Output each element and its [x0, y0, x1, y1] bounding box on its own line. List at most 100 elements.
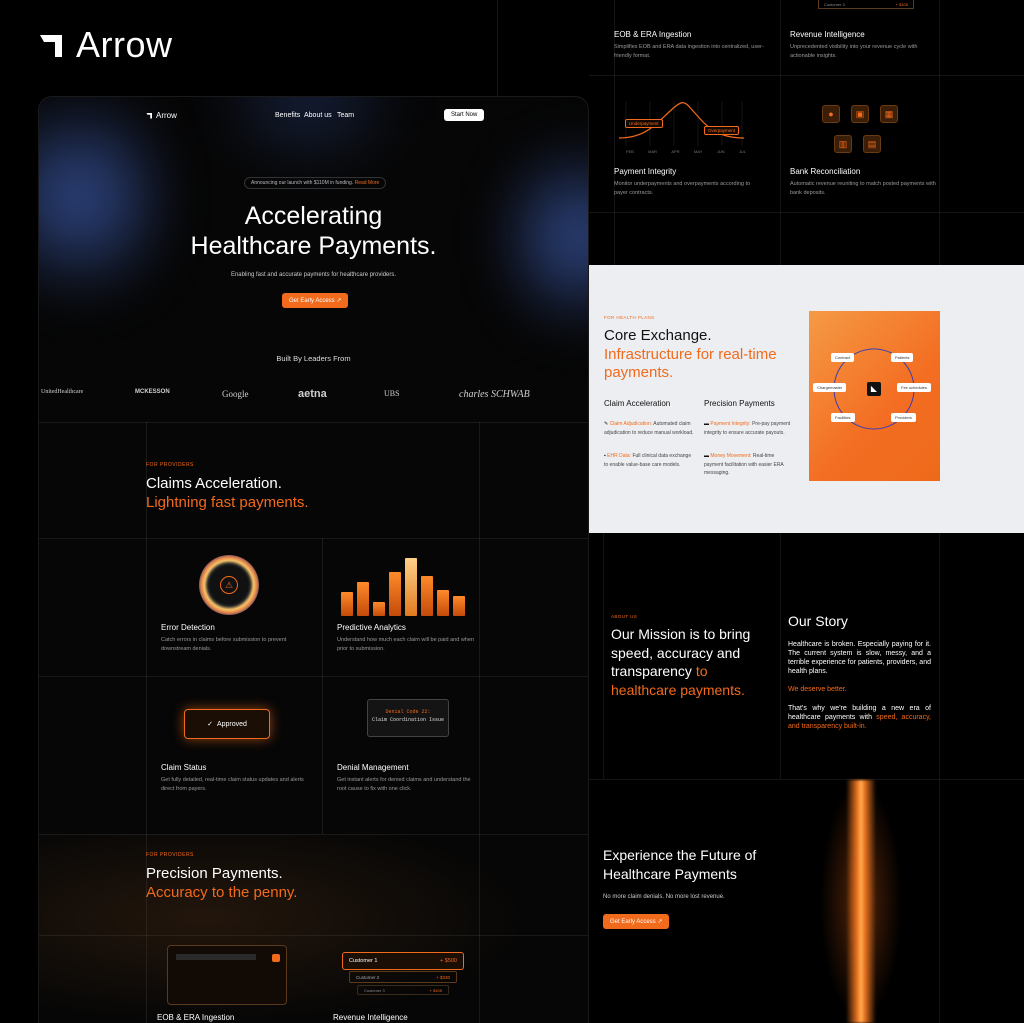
- claims-title: Claims Acceleration. Lightning fast paym…: [146, 474, 309, 512]
- mission-statement: Our Mission is to bring speed, accuracy …: [611, 625, 751, 699]
- precision-bg: [39, 834, 588, 1023]
- bank-icon: ▥: [834, 135, 852, 153]
- card-title: Error Detection: [161, 623, 215, 632]
- section-label: FOR PROVIDERS: [146, 852, 194, 858]
- customer-name: Customer 1: [349, 958, 378, 964]
- pencil-icon: ✎: [604, 421, 609, 427]
- bar: [341, 592, 353, 616]
- grid-line: [589, 212, 1024, 213]
- brand-name: Arrow: [76, 24, 173, 65]
- story-paragraph: That's why we're building a new era of h…: [788, 704, 931, 731]
- check-icon: ✓: [207, 721, 213, 728]
- col-item-key: Claim Adjudication:: [609, 421, 653, 427]
- get-early-access-button[interactable]: Get Early Access ↗: [282, 293, 349, 308]
- col-title: Precision Payments: [704, 399, 775, 408]
- overpayment-tag: Overpayment: [704, 126, 740, 135]
- logo-mckesson: MCKESSON: [135, 389, 170, 395]
- bar: [453, 596, 465, 616]
- placeholder-line: [176, 954, 256, 960]
- bar: [437, 590, 449, 616]
- grid-line: [589, 75, 1024, 76]
- bar: [357, 582, 369, 616]
- col-item: ▬ Money Movement: Real-time payment faci…: [704, 452, 794, 478]
- read-more-link[interactable]: Read More: [355, 180, 380, 186]
- approved-badge: ✓ Approved: [184, 709, 270, 739]
- feature-title: Revenue Intelligence: [790, 30, 865, 39]
- future-subtitle: No more claim denials. No more lost reve…: [603, 894, 725, 900]
- card-title: Denial Management: [337, 763, 409, 772]
- customer-amount: + $105: [429, 987, 442, 993]
- database-icon: [272, 954, 280, 962]
- story-paragraph: Healthcare is broken. Especially paying …: [788, 641, 931, 675]
- customer-row: Customer 2 + $330: [349, 971, 457, 983]
- user-icon: ●: [822, 105, 840, 123]
- col-item-key: Payment Integrity:: [710, 421, 751, 427]
- denial-code-line1: Denial Code 22:: [385, 709, 431, 715]
- node-providers: Providers: [891, 413, 916, 422]
- light-beam: [846, 780, 876, 1023]
- future-title: Experience the Future of Healthcare Paym…: [603, 846, 756, 883]
- feature-desc: Automatic revenue reuniting to match pos…: [790, 181, 936, 196]
- future-title-line2: Healthcare Payments: [603, 865, 737, 882]
- announcement-text: Announcing our launch with $110M in fund…: [251, 180, 354, 186]
- col-title: Claim Acceleration: [604, 399, 671, 408]
- bar: [373, 602, 385, 616]
- nav-link-about[interactable]: About us: [304, 112, 332, 119]
- col-item: ✎ Claim Adjudication: Automated claim ad…: [604, 420, 694, 437]
- feature-title: EOB & ERA Ingestion: [614, 30, 692, 39]
- arrow-logo-icon: ◣: [867, 382, 881, 396]
- grid-line: [939, 0, 940, 265]
- card-title: Claim Status: [161, 763, 207, 772]
- month-label: FEB: [626, 149, 634, 154]
- story-title: Our Story: [788, 613, 848, 629]
- customer-row: Customer 3 + $105: [357, 985, 449, 995]
- section-label: ABOUT US: [611, 614, 638, 619]
- col-item: ▬ Payment Integrity: Pre-pay payment int…: [704, 420, 794, 437]
- built-by-heading: Built By Leaders From: [276, 354, 351, 363]
- node-facilities: Facilities: [831, 413, 855, 422]
- announcement-pill[interactable]: Announcing our launch with $110M in fund…: [244, 177, 387, 189]
- logo-unitedhealthcare: UnitedHealthcare: [41, 389, 84, 395]
- brand-logo[interactable]: Arrow: [38, 24, 173, 66]
- partner-logos: UnitedHealthcare MCKESSON Google aetna U…: [39, 388, 588, 413]
- feature-title: Bank Reconciliation: [790, 167, 861, 176]
- card-desc: Get fully detailed, real-time claim stat…: [161, 777, 304, 792]
- card-desc: Understand how much each claim will be p…: [337, 637, 474, 652]
- mockup-logo[interactable]: Arrow: [146, 111, 177, 120]
- customer-row: Customer 1 + $500: [342, 952, 464, 970]
- month-label: APR: [671, 149, 680, 154]
- warning-icon: ⚠: [220, 576, 238, 594]
- building-icon: ▦: [880, 105, 898, 123]
- website-mockup: Arrow Benefits About us Team Start Now A…: [38, 96, 589, 1023]
- month-label: MAY: [693, 149, 703, 154]
- logo-ubs: UBS: [384, 389, 400, 398]
- underpayment-tag: Underpayment: [625, 119, 663, 128]
- exchange-title-accent: Infrastructure for real-time payments.: [604, 345, 777, 382]
- get-early-access-button[interactable]: Get Early Access ↗: [603, 914, 670, 929]
- grid-line: [39, 676, 588, 677]
- node-fee-schedules: Fee schedules: [897, 383, 932, 392]
- store-icon: ▤: [863, 135, 881, 153]
- node-contract: Contract: [831, 353, 855, 362]
- hero-title-line1: Accelerating: [244, 202, 383, 230]
- nav-link-team[interactable]: Team: [337, 112, 354, 119]
- approved-text: Approved: [216, 720, 247, 728]
- predictive-bars-visual: [341, 556, 465, 616]
- customer-name: Customer 3: [824, 1, 845, 7]
- hero-title: Accelerating Healthcare Payments.: [39, 201, 588, 261]
- nav-link-benefits[interactable]: Benefits: [275, 112, 300, 119]
- grid-line: [589, 779, 1024, 780]
- claims-title-accent: Lightning fast payments.: [146, 494, 309, 511]
- logo-google: Google: [222, 389, 249, 399]
- hero-subtitle: Enabling fast and accurate payments for …: [230, 272, 397, 278]
- bar: [405, 558, 417, 616]
- grid-line: [603, 533, 604, 779]
- feature-desc: Monitor underpayments and overpayments a…: [614, 181, 751, 196]
- arrow-logo-icon: [146, 113, 152, 119]
- mission-text: Our Mission is to bring speed, accuracy …: [611, 626, 751, 679]
- col-item: ▪ EHR Data: Full clinical data exchange …: [604, 452, 694, 469]
- grid-line: [939, 533, 940, 1023]
- start-now-button[interactable]: Start Now: [444, 109, 485, 121]
- card-desc: Catch errors in claims before submission…: [161, 637, 287, 652]
- precision-title-accent: Accuracy to the penny.: [146, 884, 298, 901]
